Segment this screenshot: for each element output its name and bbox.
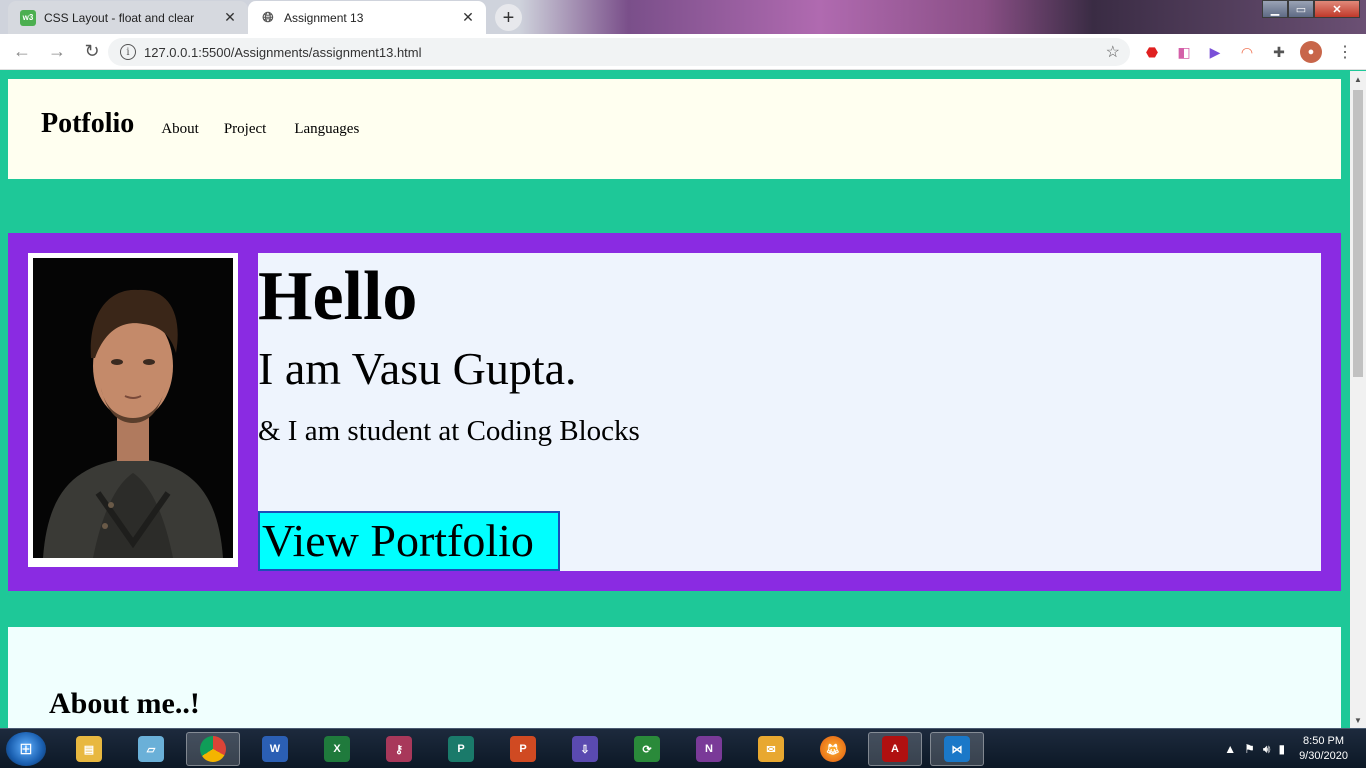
profile-avatar[interactable]: ● <box>1300 41 1322 63</box>
tab-title: Assignment 13 <box>284 10 364 25</box>
hero-heading: Hello <box>258 258 418 335</box>
nav-link-project[interactable]: Project <box>224 121 267 138</box>
about-section: About me..! <box>8 627 1341 728</box>
onenote-icon[interactable]: N <box>682 732 736 766</box>
address-bar[interactable]: i 127.0.0.1:5500/Assignments/assignment1… <box>108 38 1130 66</box>
site-brand[interactable]: Potfolio <box>41 108 134 140</box>
about-heading: About me..! <box>49 687 200 720</box>
reload-icon[interactable]: ↻ <box>76 36 108 68</box>
action-center-flag-icon[interactable]: ⚑ <box>1244 742 1255 756</box>
hero-section: Hello I am Vasu Gupta. & I am student at… <box>8 233 1341 591</box>
portrait-illustration <box>33 258 233 558</box>
close-window-button[interactable]: ✕ <box>1314 0 1360 18</box>
puzzle-extensions-icon[interactable]: ✚ <box>1268 41 1290 63</box>
sync-icon[interactable]: ⟳ <box>620 732 674 766</box>
browser-toolbar: ← → ↻ i 127.0.0.1:5500/Assignments/assig… <box>0 34 1366 70</box>
firefox-icon[interactable]: 🦊︎ <box>806 732 860 766</box>
volume-icon[interactable]: 🔊︎ <box>1263 742 1271 757</box>
extension-icon[interactable]: ◠ <box>1236 41 1258 63</box>
network-signal-icon[interactable]: ▮ <box>1278 742 1285 756</box>
notes-app-icon[interactable]: ▱ <box>124 732 178 766</box>
page-scrollbar[interactable]: ▲ ▼ <box>1350 71 1366 728</box>
access-icon[interactable]: ⚷ <box>372 732 426 766</box>
nav-link-languages[interactable]: Languages <box>294 121 359 138</box>
scroll-down-icon[interactable]: ▼ <box>1350 712 1366 728</box>
chrome-taskbar-icon[interactable] <box>186 732 240 766</box>
address-text[interactable]: 127.0.0.1:5500/Assignments/assignment13.… <box>144 45 1106 60</box>
powerpoint-icon[interactable]: P <box>496 732 550 766</box>
word-icon[interactable]: W <box>248 732 302 766</box>
publisher-icon[interactable]: P <box>434 732 488 766</box>
minimize-button[interactable]: ▁ <box>1262 0 1288 18</box>
scrollbar-thumb[interactable] <box>1353 90 1363 377</box>
outlook-icon[interactable]: ✉ <box>744 732 798 766</box>
clock[interactable]: 8:50 PM 9/30/2020 <box>1299 734 1348 764</box>
excel-icon[interactable]: X <box>310 732 364 766</box>
close-icon[interactable]: ✕ <box>458 9 478 26</box>
tab-strip: w3 CSS Layout - float and clear ✕ 🌐︎ Ass… <box>0 0 1366 34</box>
page-viewport: Potfolio About Project Languages Hello I… <box>0 71 1350 728</box>
window-controls: ▁ ▭ ✕ <box>1262 0 1360 18</box>
info-icon[interactable]: i <box>120 44 136 60</box>
extension-icon[interactable]: ◧ <box>1173 41 1195 63</box>
profile-photo-frame <box>28 253 238 567</box>
bookmark-star-icon[interactable]: ☆ <box>1106 42 1120 62</box>
tab-title: CSS Layout - float and clear <box>44 10 195 25</box>
profile-photo <box>33 258 233 558</box>
scroll-up-icon[interactable]: ▲ <box>1350 71 1366 87</box>
hero-subtitle: & I am student at Coding Blocks <box>258 415 640 447</box>
system-tray: ▲ ⚑ 🔊︎ ▮ 8:50 PM 9/30/2020 <box>1220 729 1366 768</box>
clock-time: 8:50 PM <box>1303 735 1345 747</box>
file-explorer-icon[interactable]: ▤ <box>62 732 116 766</box>
forward-icon[interactable]: → <box>41 36 73 68</box>
hero-name: I am Vasu Gupta. <box>258 343 577 394</box>
close-icon[interactable]: ✕ <box>220 9 240 26</box>
hero-content: Hello I am Vasu Gupta. & I am student at… <box>258 253 1321 571</box>
show-hidden-icons[interactable]: ▲ <box>1224 742 1236 756</box>
start-button[interactable]: ⊞ <box>6 732 46 766</box>
maximize-button[interactable]: ▭ <box>1288 0 1314 18</box>
windows-taskbar: ⊞ ▤ ▱ W X ⚷ P P ⇩ ⟳ N ✉ 🦊︎ A ⋈ ▲ ⚑ 🔊︎ ▮ … <box>0 728 1366 768</box>
site-navbar: Potfolio About Project Languages <box>8 79 1341 179</box>
infopath-icon[interactable]: ⇩ <box>558 732 612 766</box>
vscode-icon[interactable]: ⋈ <box>930 732 984 766</box>
new-tab-button[interactable]: + <box>495 4 522 31</box>
acrobat-icon[interactable]: A <box>868 732 922 766</box>
back-icon[interactable]: ← <box>6 36 38 68</box>
view-portfolio-button[interactable]: View Portfolio <box>258 511 560 571</box>
menu-dots-icon[interactable]: ⋮ <box>1334 41 1356 63</box>
tab-css-layout[interactable]: w3 CSS Layout - float and clear ✕ <box>8 1 248 34</box>
extension-play-icon[interactable]: ▶ <box>1204 41 1226 63</box>
nav-link-about[interactable]: About <box>161 121 199 138</box>
clock-date: 9/30/2020 <box>1299 750 1348 762</box>
globe-icon: 🌐︎ <box>262 9 274 25</box>
w3schools-icon: w3 <box>20 9 36 26</box>
adblock-extension-icon[interactable]: ⬣ <box>1141 41 1163 63</box>
tab-assignment-13[interactable]: 🌐︎ Assignment 13 ✕ <box>248 1 486 34</box>
